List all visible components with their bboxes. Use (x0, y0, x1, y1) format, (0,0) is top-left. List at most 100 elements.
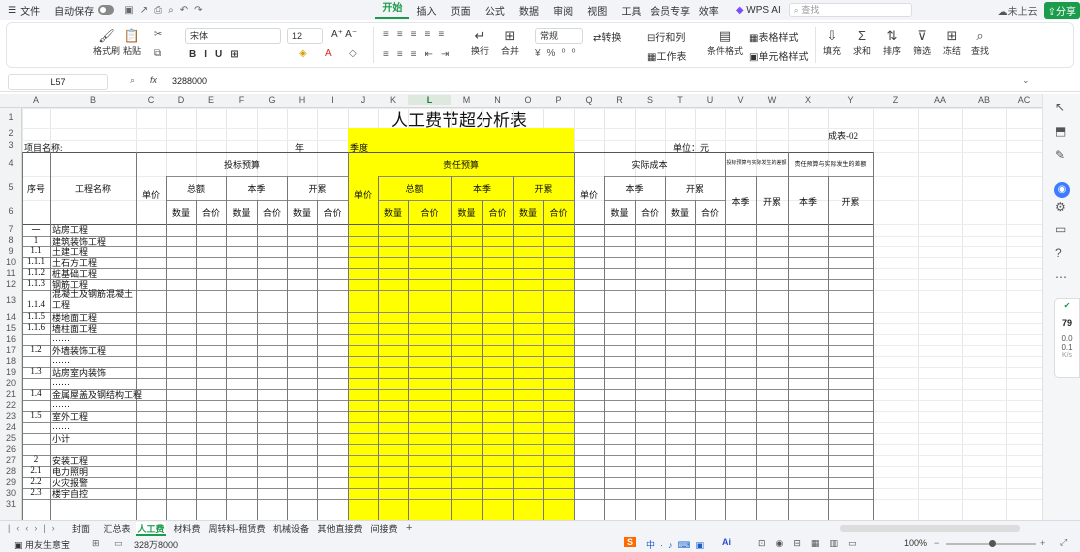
tab-view[interactable]: 视图 (580, 3, 614, 18)
cloud-status[interactable]: ☁未上云 (998, 3, 1038, 18)
tab-page[interactable]: 页面 (444, 3, 478, 18)
header-qty-5: 数量 (518, 208, 537, 218)
align-icons-bottom[interactable]: ≡≡≡⇤⇥ (383, 49, 457, 60)
row-header-2: 2 (8, 128, 14, 138)
wps-ai-button[interactable]: ◆ WPS AI (736, 5, 781, 16)
row-header-13: 13 (5, 295, 16, 305)
expand-formula-icon[interactable]: ⌄ (1022, 75, 1030, 86)
menu-icon[interactable]: ☰ (8, 5, 16, 16)
cut-icon[interactable]: ✂ (154, 29, 162, 40)
input-method-icon[interactable]: S (624, 537, 637, 547)
merge-button[interactable]: ⊞ 合并 (501, 27, 519, 57)
cond-format-button[interactable]: ▤ 条件格式 (707, 27, 743, 57)
macro-icon[interactable]: ⊞ (92, 538, 100, 549)
copy-icon[interactable]: ⧉ (154, 48, 161, 59)
data-row-line (22, 499, 873, 500)
rows-cols-button[interactable]: ⊟行和列 (647, 29, 685, 44)
tab-data[interactable]: 数据 (512, 3, 546, 18)
autosave-toggle[interactable] (98, 5, 115, 15)
grow-font-icon[interactable]: A⁺ A⁻ (331, 29, 357, 40)
settings-icon[interactable]: ⚙ (1055, 200, 1066, 214)
zoom-in-icon[interactable]: + (1040, 538, 1045, 548)
clear-icon[interactable]: ◇ (349, 48, 357, 59)
table-vline (136, 152, 137, 520)
paste-button[interactable]: 📋 粘贴 (123, 27, 141, 57)
cell-style-button[interactable]: ▣单元格样式 (749, 48, 808, 63)
tab-member[interactable]: 会员专享 (649, 3, 692, 18)
header-amt-4: 合价 (488, 208, 507, 218)
sheet-tab-4[interactable]: 周转料-租赁费 (208, 522, 266, 536)
zoom-formula-icon[interactable]: ⌕ (130, 75, 135, 86)
tab-start[interactable]: 开始 (375, 1, 410, 19)
font-size-select[interactable]: 12 (287, 28, 323, 44)
spreadsheet-grid[interactable]: A B C D E F G H I J K L M N O P Q R S T U V W X Y Z AA AB AC 1234567… (0, 94, 1042, 520)
view-icons[interactable]: ⊡◉⊟▦▥▭ (758, 538, 866, 549)
align-icons-top[interactable]: ≡≡≡≡≡ (383, 29, 452, 40)
pen-icon[interactable]: ✎ (1055, 148, 1065, 162)
sheet-tab-7[interactable]: 间接费 (368, 522, 400, 536)
row-header-25: 25 (5, 432, 16, 443)
zoom-out-icon[interactable]: − (934, 538, 939, 548)
project-label: 项目名称: (24, 143, 63, 153)
tab-insert[interactable]: 插入 (409, 3, 443, 18)
header-total-3: 总额 (405, 184, 424, 194)
book-icon[interactable]: ▭ (1055, 222, 1066, 236)
tab-review[interactable]: 审阅 (546, 3, 580, 18)
fill-button[interactable]: ⇩ 填充 (823, 27, 841, 57)
sheet-tab-2[interactable]: 人工费 (136, 522, 166, 536)
tab-tools[interactable]: 工具 (614, 3, 648, 18)
data-row-line (22, 236, 873, 237)
name-box[interactable]: L57 (8, 74, 108, 90)
font-name-select[interactable]: 宋体 (185, 28, 281, 44)
help-icon[interactable]: ? (1055, 246, 1062, 260)
tab-formula[interactable]: 公式 (478, 3, 512, 18)
freeze-button[interactable]: ⊞ 冻结 (943, 27, 961, 57)
sum-button[interactable]: Σ 求和 (853, 27, 871, 57)
table-style-button[interactable]: ▦表格样式 (749, 29, 798, 44)
share-button[interactable]: ⇪分享 (1043, 1, 1080, 19)
pointer-icon[interactable]: ↖ (1055, 100, 1065, 114)
cell-area[interactable]: 人工费节超分析表 成表-02 项目名称: 年季度 单位：元 序号 工程名称 投标预算 责任预算… (22, 108, 1042, 520)
find-button[interactable]: ⌕ 查找 (971, 27, 989, 57)
sheet-tab-3[interactable]: 材料费 (170, 522, 204, 536)
ai-assistant-icon[interactable]: ◉ (1054, 182, 1070, 198)
sheet-tab-5[interactable]: 机械设备 (271, 522, 311, 536)
convert-button[interactable]: ⇄转换 (593, 29, 621, 44)
item-number: 2.3 (30, 487, 42, 497)
filter-button[interactable]: ⊽ 筛选 (913, 27, 931, 57)
horizontal-scrollbar[interactable] (840, 525, 1020, 532)
font-style-icons[interactable]: BIU⊞ (189, 49, 247, 60)
zoom-slider[interactable] (946, 540, 1036, 547)
performance-widget[interactable]: ✔ 79 0.0 0.1 K/s (1054, 298, 1080, 378)
tab-efficiency[interactable]: 效率 (692, 3, 726, 18)
item-number: 1.5 (30, 410, 42, 420)
number-format-select[interactable]: 常规 (535, 28, 583, 44)
data-row-line (22, 411, 873, 412)
ime-ai-icon[interactable]: Ai (722, 537, 731, 547)
quick-access-icons[interactable]: ▣↗⎙⌕↶↷ (124, 5, 208, 16)
file-menu[interactable]: 文件 (20, 3, 40, 18)
ime-tools[interactable]: 中·♪⌨▣ (646, 538, 709, 551)
worksheet-button[interactable]: ▦工作表 (647, 48, 686, 63)
chart-icon[interactable]: ⬒ (1055, 124, 1066, 138)
fill-color-icon[interactable]: ◈ (299, 48, 307, 59)
formula-input[interactable]: 3288000 (172, 76, 207, 86)
sheet-tab-1[interactable]: 汇总表 (101, 522, 133, 536)
sheet-tab-6[interactable]: 其他直接费 (316, 522, 364, 536)
sheet-tab-0[interactable]: 封面 (66, 522, 96, 536)
sort-button[interactable]: ⇅ 排序 (883, 27, 901, 57)
header-qty-6: 数量 (610, 208, 629, 218)
font-color-icon[interactable]: A (325, 48, 332, 59)
more-icon[interactable]: ⋯ (1055, 270, 1067, 284)
number-format-icons[interactable]: ¥%⁰⁰ (535, 48, 581, 59)
doc-icon[interactable]: ▭ (114, 538, 123, 549)
format-painter-button[interactable]: 🖌 格式刷 (93, 27, 120, 57)
data-row-line (22, 323, 873, 324)
add-sheet-icon[interactable]: + (406, 522, 412, 534)
fx-icon[interactable]: fx (150, 75, 157, 85)
wrap-text-button[interactable]: ↵ 换行 (471, 27, 489, 57)
sheet-nav-icons[interactable]: |‹‹›|› (8, 523, 61, 533)
search-box[interactable]: ⌕ 查找 (788, 3, 912, 17)
autosave-label: 自动保存 (54, 6, 95, 18)
fullscreen-icon[interactable]: ⤢ (1060, 537, 1067, 548)
